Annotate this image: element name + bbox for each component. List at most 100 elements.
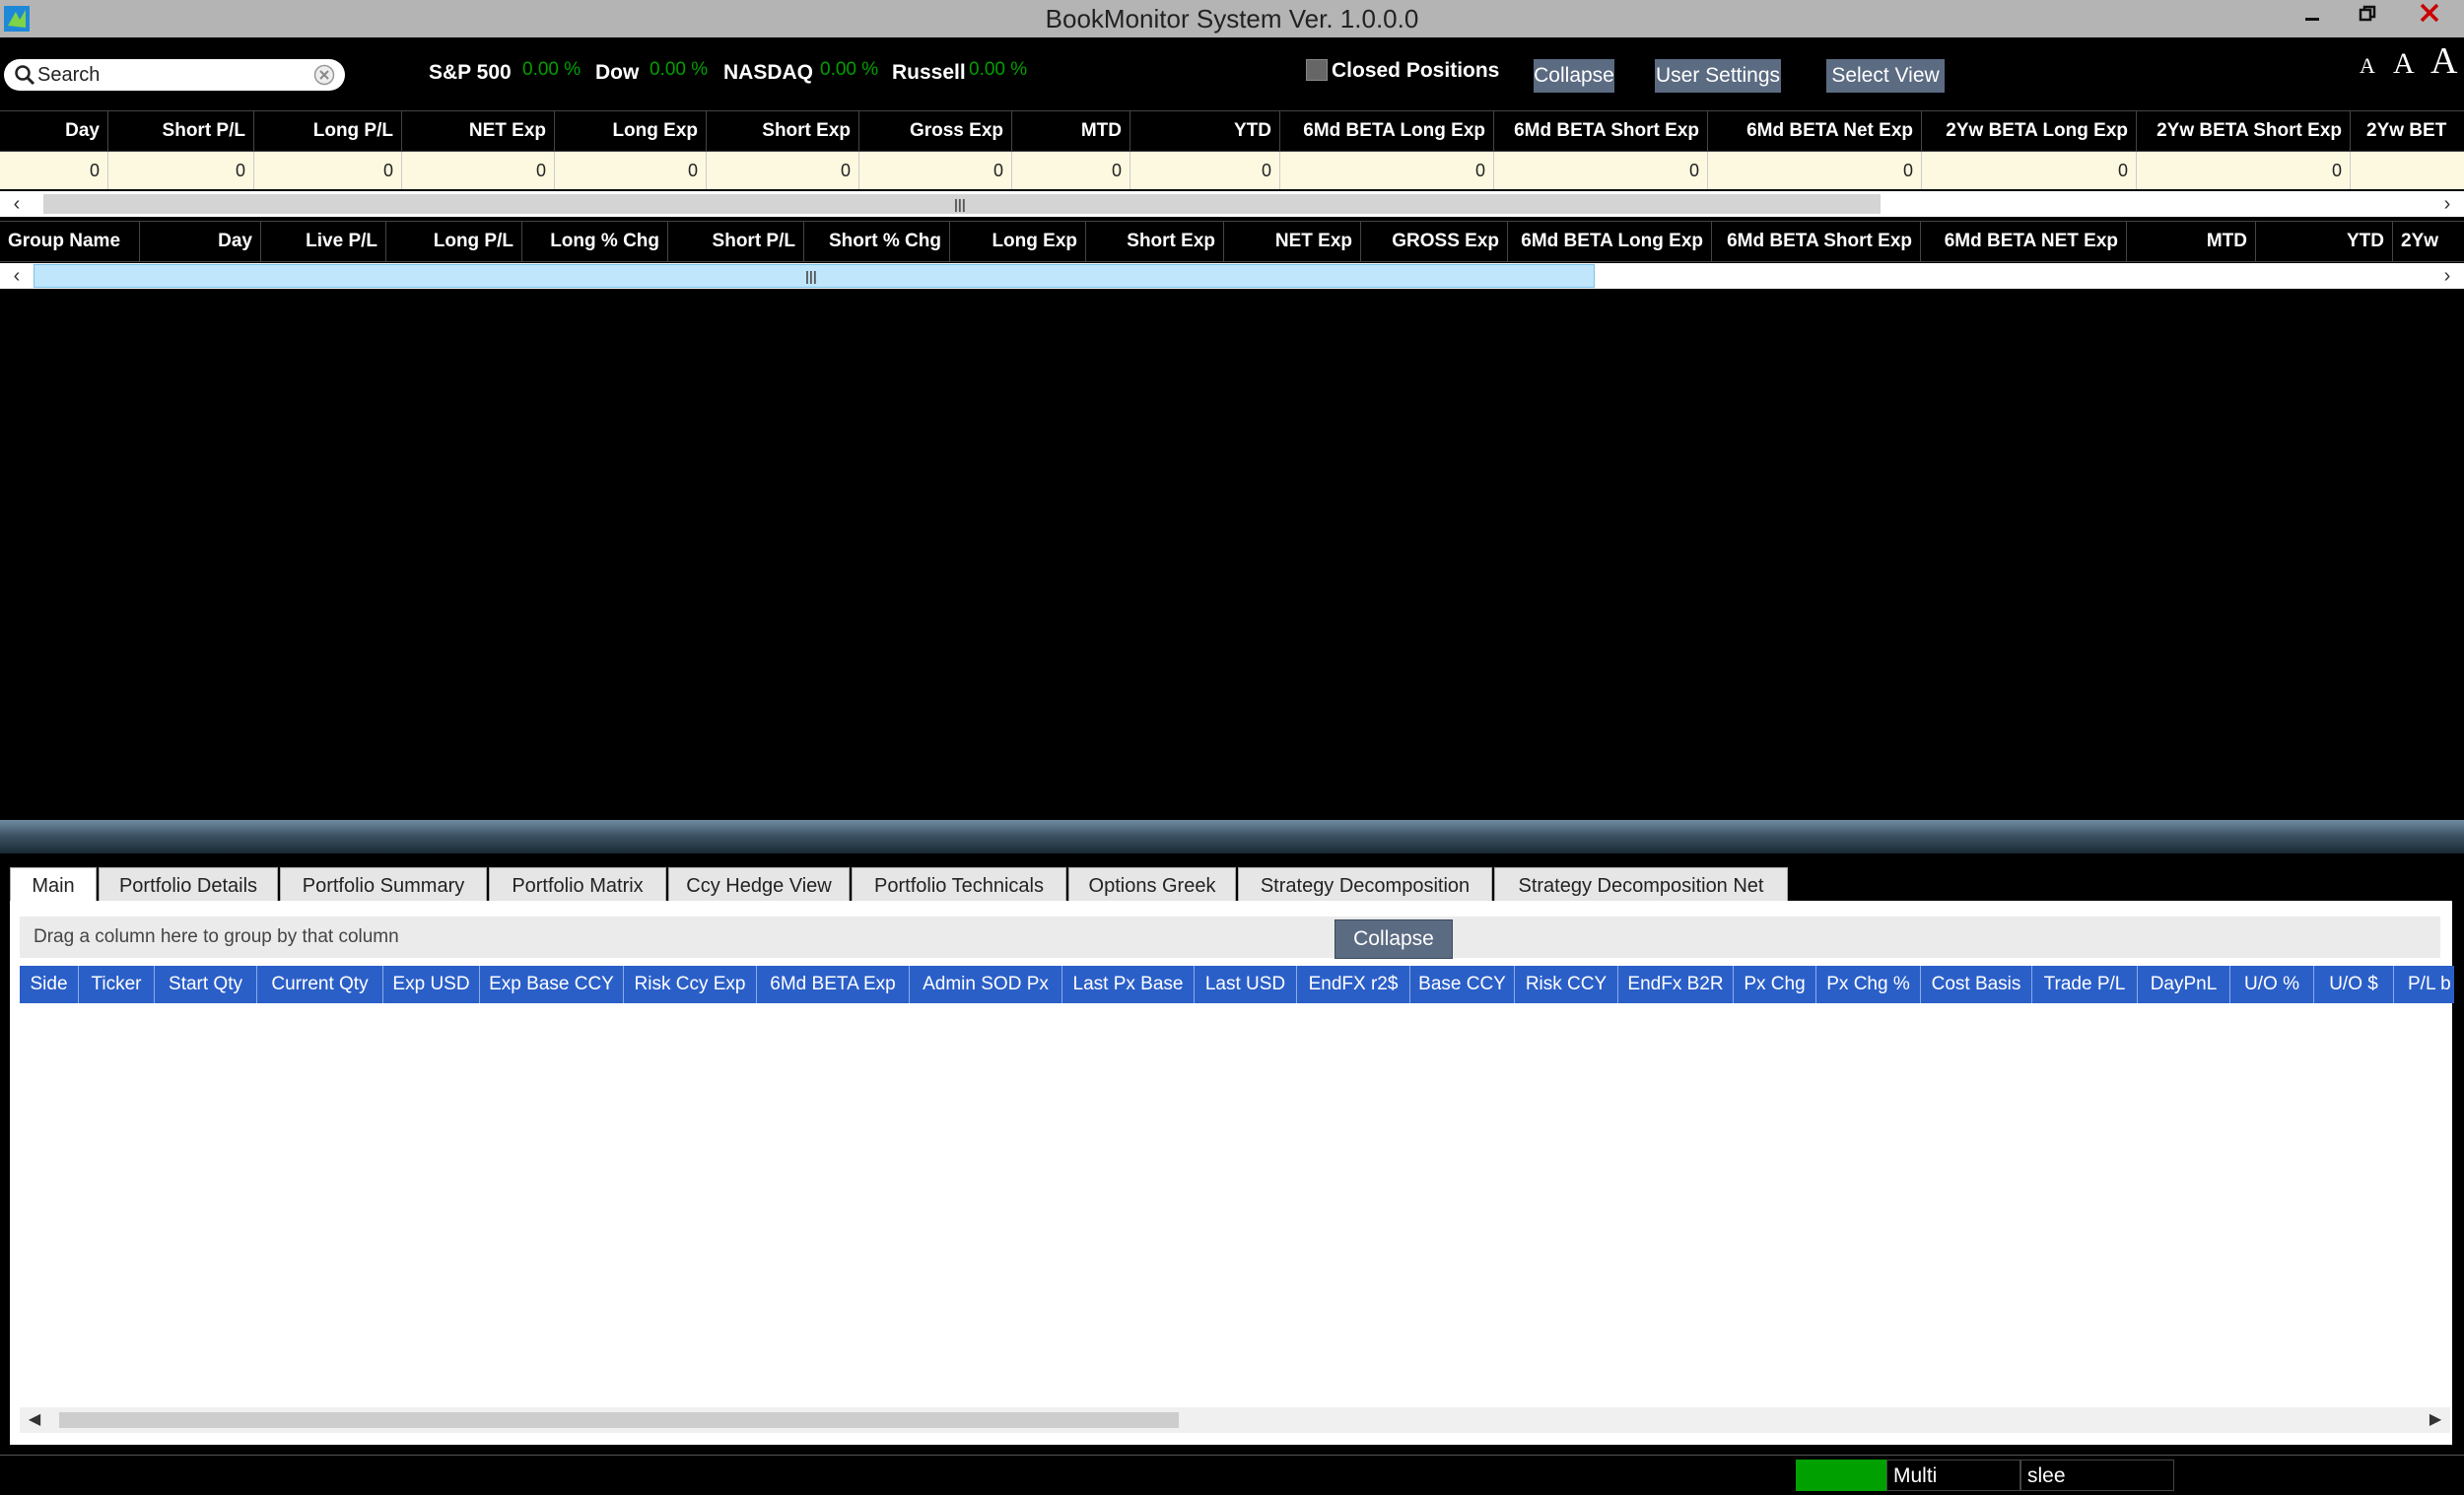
summary-horizontal-scrollbar[interactable]: ‹ ||| › bbox=[0, 191, 2464, 217]
summary-val-day: 0 bbox=[0, 152, 108, 189]
summary-col-2yw-beta-long[interactable]: 2Yw BETA Long Exp bbox=[1922, 111, 2137, 151]
pos-col-px-chg-pct[interactable]: Px Chg % bbox=[1816, 966, 1921, 1003]
tab-main[interactable]: Main bbox=[10, 867, 97, 905]
user-settings-button[interactable]: User Settings bbox=[1655, 59, 1781, 93]
pos-col-ticker[interactable]: Ticker bbox=[79, 966, 155, 1003]
pos-col-endfx-r2[interactable]: EndFX r2$ bbox=[1297, 966, 1410, 1003]
pos-col-cost-basis[interactable]: Cost Basis bbox=[1921, 966, 2032, 1003]
pos-col-current-qty[interactable]: Current Qty bbox=[257, 966, 383, 1003]
search-input[interactable] bbox=[37, 62, 304, 88]
groups-col-6md-beta-net[interactable]: 6Md BETA NET Exp bbox=[1921, 222, 2127, 261]
pos-col-last-px-base[interactable]: Last Px Base bbox=[1062, 966, 1195, 1003]
positions-horizontal-scrollbar[interactable]: ◀ ▶ bbox=[20, 1407, 2450, 1433]
tab-options-greek[interactable]: Options Greek bbox=[1068, 867, 1236, 903]
groups-col-6md-beta-short[interactable]: 6Md BETA Short Exp bbox=[1712, 222, 1921, 261]
tab-ccy-hedge-view[interactable]: Ccy Hedge View bbox=[668, 867, 850, 903]
pos-col-side[interactable]: Side bbox=[20, 966, 79, 1003]
scroll-right-icon[interactable]: › bbox=[2432, 191, 2462, 217]
pos-col-uo-usd[interactable]: U/O $ bbox=[2314, 966, 2394, 1003]
font-size-small-button[interactable]: A bbox=[2360, 53, 2375, 79]
collapse-button[interactable]: Collapse bbox=[1534, 59, 1614, 93]
panel-splitter[interactable] bbox=[0, 820, 2464, 853]
font-size-medium-button[interactable]: A bbox=[2393, 47, 2415, 81]
groups-col-live-pl[interactable]: Live P/L bbox=[261, 222, 386, 261]
positions-collapse-button[interactable]: Collapse bbox=[1335, 919, 1453, 959]
summary-col-net-exp[interactable]: NET Exp bbox=[402, 111, 555, 151]
summary-col-2yw-beta-net[interactable]: 2Yw BET bbox=[2351, 111, 2464, 151]
tab-portfolio-technicals[interactable]: Portfolio Technicals bbox=[852, 867, 1066, 903]
summary-col-6md-beta-long[interactable]: 6Md BETA Long Exp bbox=[1280, 111, 1494, 151]
pos-col-base-ccy[interactable]: Base CCY bbox=[1410, 966, 1515, 1003]
groups-col-short-exp[interactable]: Short Exp bbox=[1086, 222, 1224, 261]
grip-icon: ||| bbox=[805, 268, 817, 284]
pos-col-daypnl[interactable]: DayPnL bbox=[2138, 966, 2230, 1003]
pos-col-exp-base-ccy[interactable]: Exp Base CCY bbox=[480, 966, 624, 1003]
pos-col-exp-usd[interactable]: Exp USD bbox=[383, 966, 480, 1003]
pos-col-uo-pct[interactable]: U/O % bbox=[2230, 966, 2314, 1003]
summary-col-2yw-beta-short[interactable]: 2Yw BETA Short Exp bbox=[2137, 111, 2351, 151]
close-button[interactable] bbox=[2395, 0, 2464, 34]
pos-col-pl-b[interactable]: P/L b bbox=[2394, 966, 2454, 1003]
groups-col-long-pct-chg[interactable]: Long % Chg bbox=[522, 222, 668, 261]
tab-strategy-decomposition[interactable]: Strategy Decomposition bbox=[1238, 867, 1492, 903]
summary-val-ytd: 0 bbox=[1130, 152, 1280, 189]
groups-col-day[interactable]: Day bbox=[140, 222, 261, 261]
summary-col-long-pl[interactable]: Long P/L bbox=[254, 111, 402, 151]
groups-col-short-pl[interactable]: Short P/L bbox=[668, 222, 804, 261]
scroll-right-icon[interactable]: › bbox=[2432, 263, 2462, 289]
scrollbar-thumb[interactable]: ||| bbox=[34, 264, 1595, 288]
scroll-right-icon[interactable]: ▶ bbox=[2421, 1407, 2450, 1433]
restore-button[interactable] bbox=[2340, 0, 2395, 34]
scrollbar-thumb[interactable]: ||| bbox=[43, 194, 1881, 214]
summary-col-short-exp[interactable]: Short Exp bbox=[707, 111, 859, 151]
pos-col-6md-beta-exp[interactable]: 6Md BETA Exp bbox=[757, 966, 910, 1003]
tab-portfolio-matrix[interactable]: Portfolio Matrix bbox=[489, 867, 666, 903]
pos-col-last-usd[interactable]: Last USD bbox=[1195, 966, 1297, 1003]
select-view-button[interactable]: Select View bbox=[1826, 59, 1945, 93]
closed-positions-label[interactable]: Closed Positions bbox=[1332, 59, 1499, 83]
font-size-large-button[interactable]: A bbox=[2430, 39, 2457, 83]
tab-portfolio-details[interactable]: Portfolio Details bbox=[99, 867, 278, 903]
groups-col-short-pct-chg[interactable]: Short % Chg bbox=[804, 222, 950, 261]
pos-col-px-chg[interactable]: Px Chg bbox=[1734, 966, 1816, 1003]
summary-col-short-pl[interactable]: Short P/L bbox=[108, 111, 254, 151]
closed-positions-checkbox[interactable] bbox=[1306, 59, 1328, 81]
summary-col-mtd[interactable]: MTD bbox=[1012, 111, 1130, 151]
scroll-left-icon[interactable]: ‹ bbox=[2, 263, 32, 289]
clear-search-icon[interactable] bbox=[313, 64, 335, 86]
summary-col-ytd[interactable]: YTD bbox=[1130, 111, 1280, 151]
search-box[interactable] bbox=[4, 59, 345, 91]
groups-horizontal-scrollbar[interactable]: ‹ ||| › bbox=[0, 263, 2464, 289]
tab-strategy-decomposition-net[interactable]: Strategy Decomposition Net bbox=[1494, 867, 1788, 903]
groups-col-long-pl[interactable]: Long P/L bbox=[386, 222, 522, 261]
group-by-drop-zone[interactable]: Drag a column here to group by that colu… bbox=[20, 917, 2440, 959]
summary-col-6md-beta-net[interactable]: 6Md BETA Net Exp bbox=[1708, 111, 1922, 151]
scroll-left-icon[interactable]: ◀ bbox=[20, 1407, 49, 1433]
groups-col-ytd[interactable]: YTD bbox=[2256, 222, 2393, 261]
groups-col-long-exp[interactable]: Long Exp bbox=[950, 222, 1086, 261]
groups-col-2yw[interactable]: 2Yw bbox=[2393, 222, 2464, 261]
summary-col-gross-exp[interactable]: Gross Exp bbox=[859, 111, 1012, 151]
pos-col-endfx-b2r[interactable]: EndFx B2R bbox=[1618, 966, 1734, 1003]
tab-portfolio-summary[interactable]: Portfolio Summary bbox=[280, 867, 487, 903]
groups-col-net-exp[interactable]: NET Exp bbox=[1224, 222, 1361, 261]
pos-col-risk-ccy-exp[interactable]: Risk Ccy Exp bbox=[624, 966, 757, 1003]
minimize-button[interactable] bbox=[2285, 0, 2340, 34]
grip-icon: ||| bbox=[954, 196, 966, 212]
pos-col-trade-pl[interactable]: Trade P/L bbox=[2032, 966, 2138, 1003]
scroll-left-icon[interactable]: ‹ bbox=[2, 191, 32, 217]
summary-col-6md-beta-short[interactable]: 6Md BETA Short Exp bbox=[1494, 111, 1708, 151]
pos-col-admin-sod-px[interactable]: Admin SOD Px bbox=[910, 966, 1062, 1003]
pos-col-risk-ccy[interactable]: Risk CCY bbox=[1515, 966, 1618, 1003]
restore-icon bbox=[2359, 5, 2376, 22]
groups-col-group-name[interactable]: Group Name bbox=[0, 222, 140, 261]
groups-col-6md-beta-long[interactable]: 6Md BETA Long Exp bbox=[1508, 222, 1712, 261]
scrollbar-thumb[interactable] bbox=[59, 1412, 1179, 1428]
groups-col-mtd[interactable]: MTD bbox=[2127, 222, 2256, 261]
pos-col-start-qty[interactable]: Start Qty bbox=[155, 966, 257, 1003]
summary-col-day[interactable]: Day bbox=[0, 111, 108, 151]
summary-val-2yw-beta-short: 0 bbox=[2137, 152, 2351, 189]
summary-col-long-exp[interactable]: Long Exp bbox=[555, 111, 707, 151]
groups-col-gross-exp[interactable]: GROSS Exp bbox=[1361, 222, 1508, 261]
status-user: slee bbox=[2020, 1460, 2174, 1491]
